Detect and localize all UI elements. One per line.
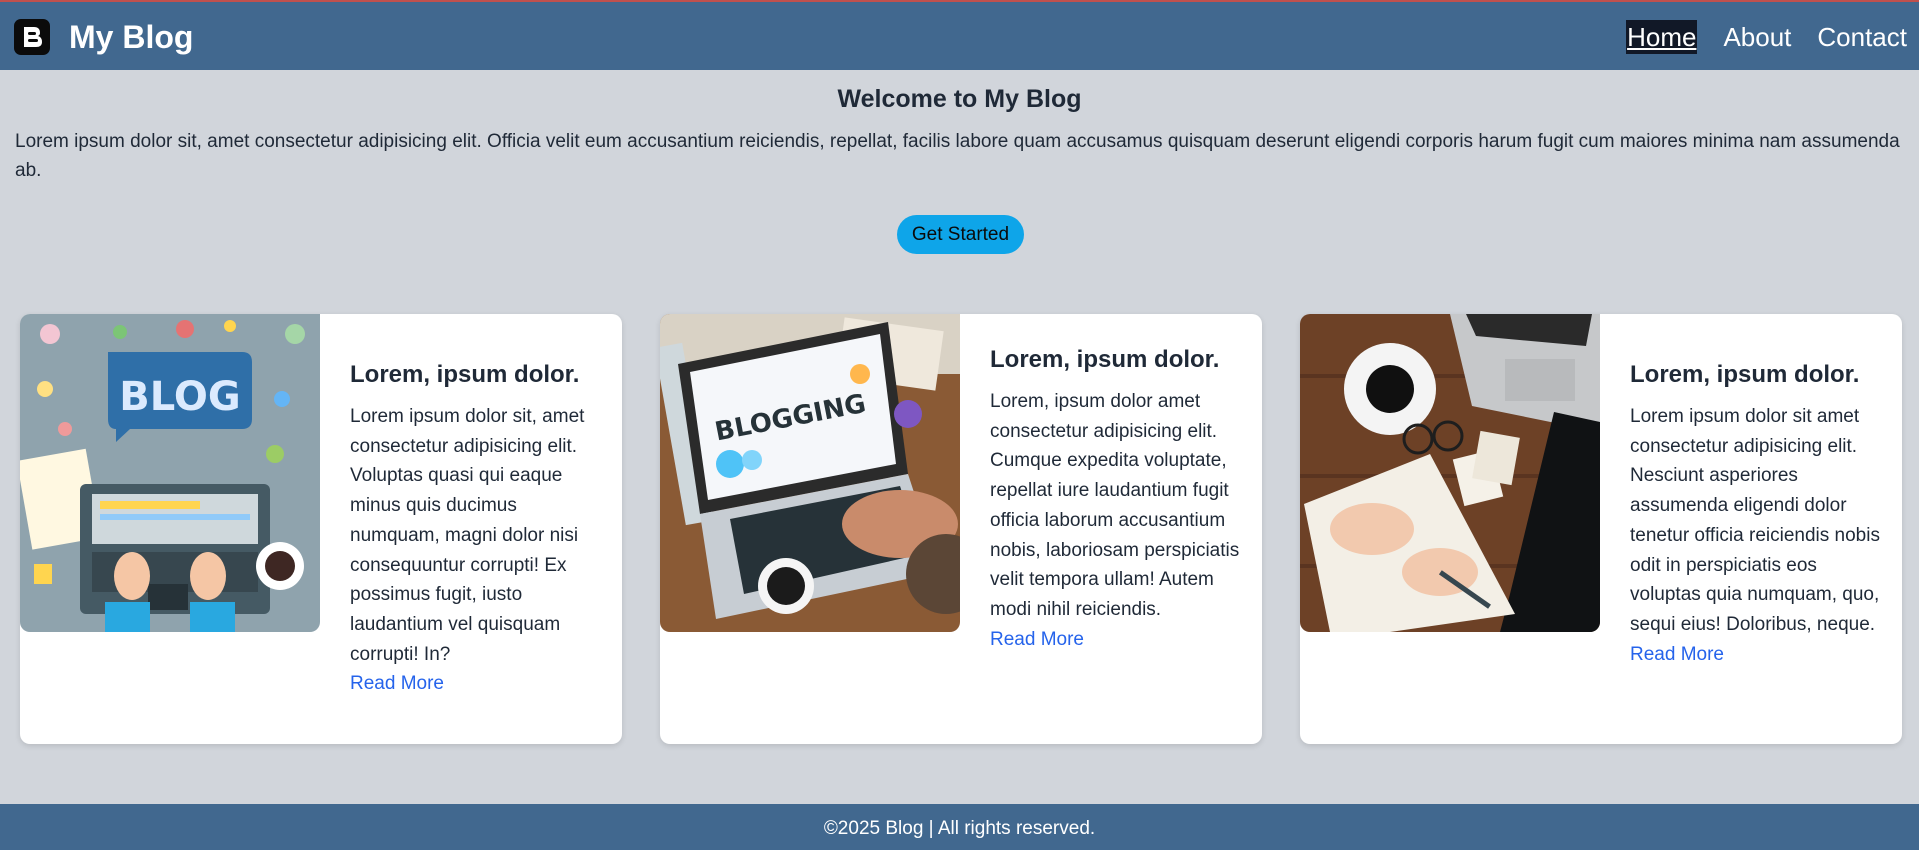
blog-card-2: BLOGGING Lorem, ipsum dolor. Lorem, ipsu… <box>660 314 1262 744</box>
nav-contact[interactable]: Contact <box>1817 20 1907 54</box>
main-nav: Home About Contact <box>1600 18 1907 56</box>
card-title-3: Lorem, ipsum dolor. <box>1630 361 1860 388</box>
site-header: My Blog Home About Contact <box>0 2 1919 70</box>
blog-card-body-3: Lorem, ipsum dolor. Lorem ipsum dolor si… <box>1630 358 1890 669</box>
card-title-2: Lorem, ipsum dolor. <box>990 346 1220 373</box>
hero-text: Lorem ipsum dolor sit, amet consectetur … <box>15 131 1900 181</box>
read-more-link-3[interactable]: Read More <box>1630 640 1890 669</box>
blog-illustration-text: BLOG <box>119 374 240 420</box>
blog-card-body-1: Lorem, ipsum dolor. Lorem ipsum dolor si… <box>350 358 610 698</box>
card-text-2: Lorem, ipsum dolor amet consectetur adip… <box>990 391 1240 620</box>
blogging-laptop-photo: BLOGGING <box>660 314 960 632</box>
blog-card-1: BLOG Lorem, ipsum dolor. Lorem ipsum dol… <box>20 314 622 744</box>
card-title-1: Lorem, ipsum dolor. <box>350 361 580 388</box>
nav-home[interactable]: Home <box>1626 20 1698 54</box>
site-brand[interactable]: My Blog <box>69 18 193 56</box>
footer-copyright: ©2025 Blog | All rights reserved. <box>823 818 1096 839</box>
get-started-button[interactable]: Get Started <box>897 215 1024 254</box>
nav-about[interactable]: About <box>1723 20 1791 54</box>
read-more-link-1[interactable]: Read More <box>350 669 610 698</box>
card-text-1: Lorem ipsum dolor sit, amet consectetur … <box>350 406 585 665</box>
read-more-link-2[interactable]: Read More <box>990 625 1250 654</box>
blog-card-3: Lorem, ipsum dolor. Lorem ipsum dolor si… <box>1300 314 1902 744</box>
site-footer: ©2025 Blog | All rights reserved. <box>0 804 1919 850</box>
blog-illustration-image: BLOG <box>20 314 320 632</box>
blog-card-body-2: Lorem, ipsum dolor. Lorem, ipsum dolor a… <box>990 343 1250 654</box>
card-text-3: Lorem ipsum dolor sit amet consectetur a… <box>1630 406 1880 635</box>
hero-title: Welcome to My Blog <box>837 85 1082 113</box>
desk-writing-photo <box>1300 314 1600 632</box>
blogger-logo-icon[interactable] <box>14 19 50 55</box>
